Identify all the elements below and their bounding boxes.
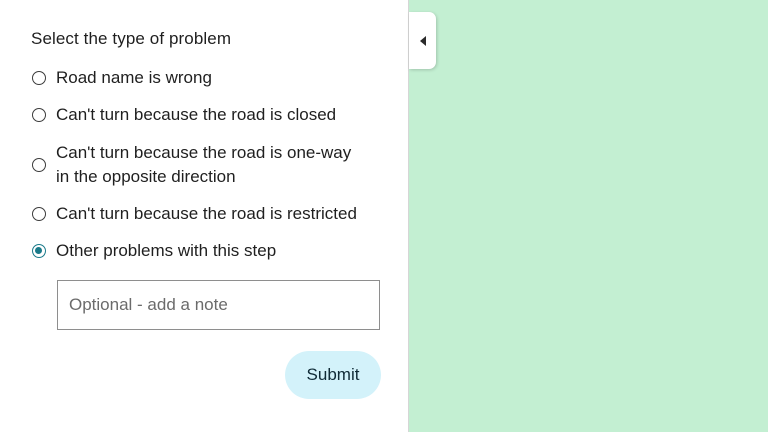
option-one-way[interactable]: Can't turn because the road is one-way i… xyxy=(32,141,351,189)
option-road-name-wrong[interactable]: Road name is wrong xyxy=(32,66,212,90)
panel-heading: Select the type of problem xyxy=(31,29,232,48)
note-field[interactable] xyxy=(57,280,380,330)
option-label-line-1: Can't turn because the road is one-way xyxy=(56,143,352,162)
caret-left-icon xyxy=(419,35,426,46)
option-label-line-2: in the opposite direction xyxy=(56,167,236,186)
option-other-problems[interactable]: Other problems with this step xyxy=(32,239,276,263)
option-label: Road name is wrong xyxy=(56,68,212,87)
screen: Select the type of problem Road name is … xyxy=(0,0,768,432)
submit-button[interactable]: Submit xyxy=(285,351,381,399)
option-label: Can't turn because the road is restricte… xyxy=(56,204,357,223)
radio-button[interactable] xyxy=(32,158,46,172)
option-road-closed[interactable]: Can't turn because the road is closed xyxy=(32,103,336,127)
radio-button[interactable] xyxy=(32,207,46,221)
radio-button-selected[interactable] xyxy=(32,244,46,258)
option-label: Can't turn because the road is one-way i… xyxy=(56,141,351,189)
option-road-restricted[interactable]: Can't turn because the road is restricte… xyxy=(32,202,357,226)
radio-button[interactable] xyxy=(32,108,46,122)
report-problem-panel: Select the type of problem Road name is … xyxy=(0,0,409,432)
collapse-panel-button[interactable] xyxy=(409,12,436,69)
option-label: Can't turn because the road is closed xyxy=(56,105,337,124)
note-input[interactable] xyxy=(58,281,379,329)
radio-button[interactable] xyxy=(32,71,46,85)
option-label: Other problems with this step xyxy=(56,241,277,260)
